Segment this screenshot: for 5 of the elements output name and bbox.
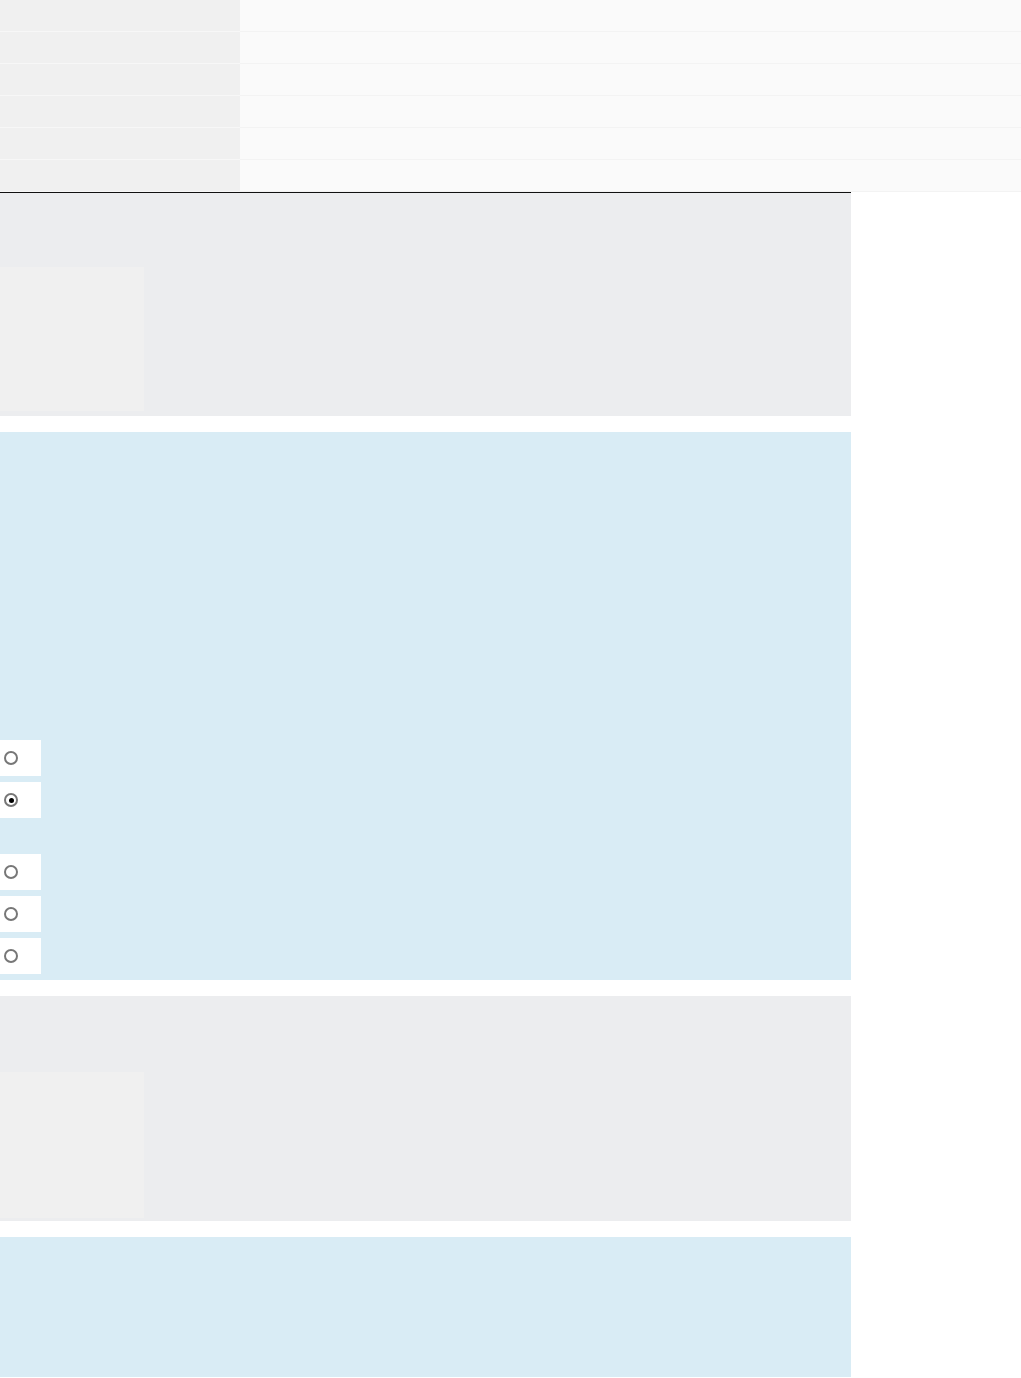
radio-button[interactable] [4,751,18,765]
radio-button[interactable] [4,949,18,963]
radio-button[interactable] [4,907,18,921]
radio-button[interactable] [4,793,18,807]
radio-button[interactable] [4,865,18,879]
